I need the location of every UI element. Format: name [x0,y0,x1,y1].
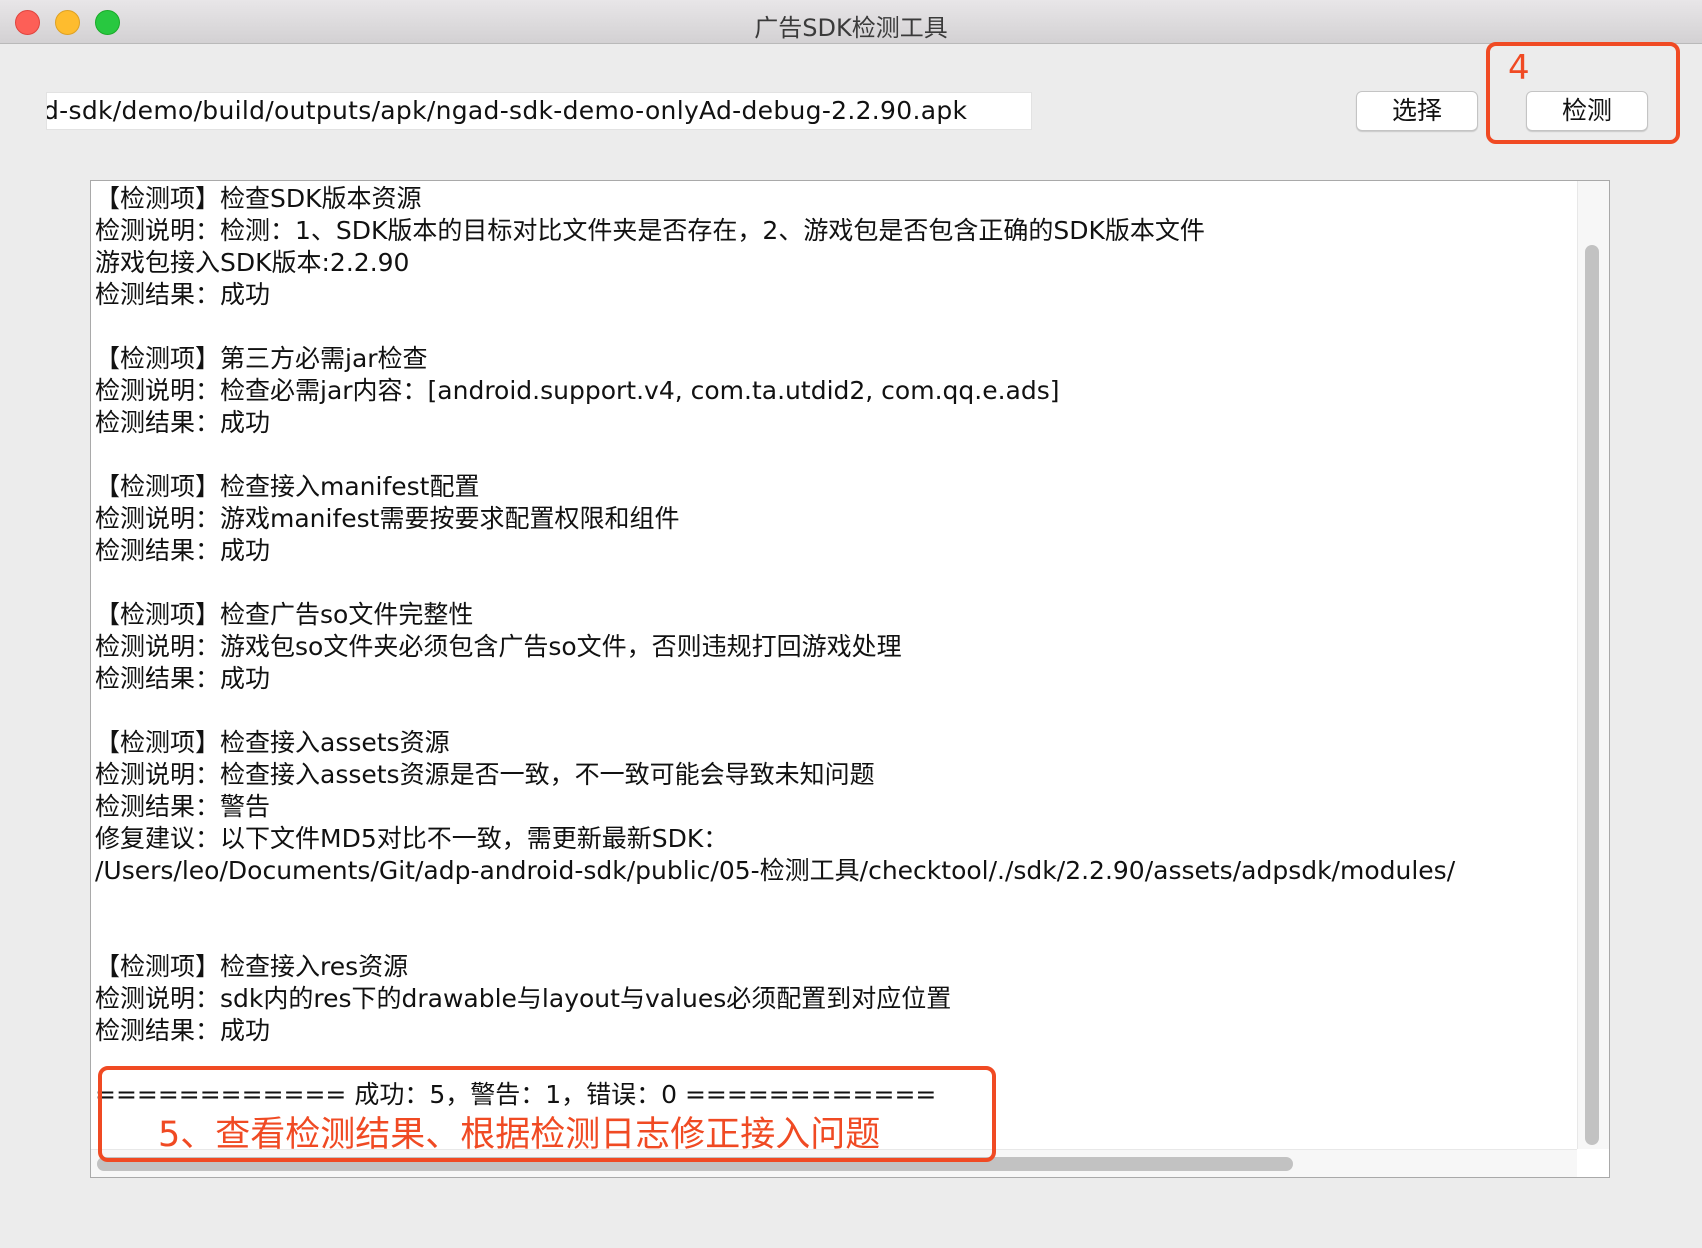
log-line: 【检测项】第三方必需jar检查 [95,344,428,373]
log-line: 【检测项】检查广告so文件完整性 [95,600,474,629]
log-line: 检测说明：检查接入assets资源是否一致，不一致可能会导致未知问题 [95,760,875,789]
log-line: 【检测项】检查接入manifest配置 [95,472,480,501]
log-line: 检测说明：游戏manifest需要按要求配置权限和组件 [95,504,680,533]
log-line: 检测结果：成功 [95,408,271,437]
log-line: 【检测项】检查接入res资源 [95,952,409,981]
log-line: /Users/leo/Documents/Git/adp-android-sdk… [95,856,1456,885]
log-line: 游戏包接入SDK版本:2.2.90 [95,248,410,277]
log-line: 检测说明：游戏包so文件夹必须包含广告so文件，否则违规打回游戏处理 [95,632,902,661]
log-line: 【检测项】检查SDK版本资源 [95,184,422,213]
log-text-area[interactable]: 【检测项】检查SDK版本资源 检测说明：检测：1、SDK版本的目标对比文件夹是否… [95,183,1575,1111]
apk-path-value: d-sdk/demo/build/outputs/apk/ngad-sdk-de… [46,96,968,125]
log-output-panel[interactable]: 【检测项】检查SDK版本资源 检测说明：检测：1、SDK版本的目标对比文件夹是否… [90,180,1610,1178]
log-line: 【检测项】检查接入assets资源 [95,728,450,757]
apk-path-field[interactable]: d-sdk/demo/build/outputs/apk/ngad-sdk-de… [46,92,1032,130]
log-line: 检测结果：成功 [95,1016,271,1045]
log-line: 检测结果：成功 [95,664,271,693]
log-line: 检测说明：检测：1、SDK版本的目标对比文件夹是否存在，2、游戏包是否包含正确的… [95,216,1205,245]
app-window: 广告SDK检测工具 d-sdk/demo/build/outputs/apk/n… [0,0,1702,1248]
log-line: 检测结果：成功 [95,536,271,565]
log-line: 检测结果：警告 [95,792,271,821]
title-bar: 广告SDK检测工具 [0,0,1702,44]
log-line: 检测结果：成功 [95,280,271,309]
window-title: 广告SDK检测工具 [754,14,948,42]
log-line: 检测说明：检查必需jar内容：[android.support.v4, com.… [95,376,1060,405]
log-line: 检测说明：sdk内的res下的drawable与layout与values必须配… [95,984,952,1013]
select-button[interactable]: 选择 [1356,91,1478,131]
log-line: 修复建议：以下文件MD5对比不一致，需更新最新SDK： [95,824,729,853]
vertical-scrollbar-thumb[interactable] [1585,245,1599,1145]
step5-label: 5、查看检测结果、根据检测日志修正接入问题 [158,1115,881,1155]
step4-label: 4 [1508,48,1530,88]
